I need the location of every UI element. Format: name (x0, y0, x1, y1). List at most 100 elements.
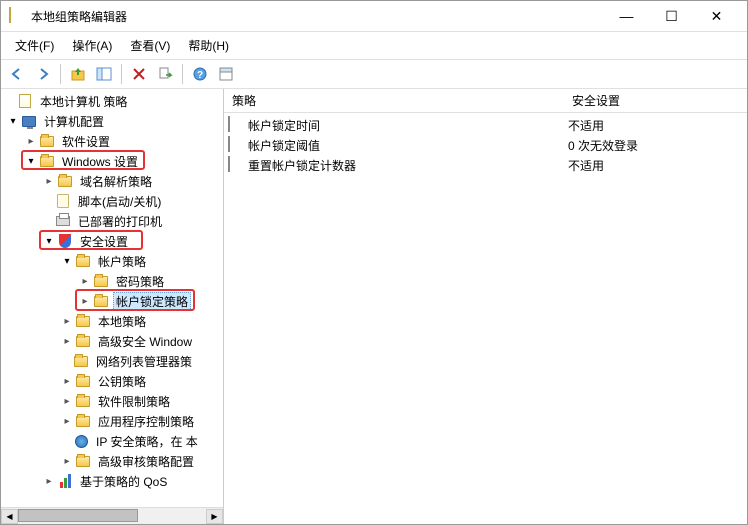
chevron-right-icon[interactable]: ▸ (61, 375, 73, 387)
doc-icon (228, 137, 244, 153)
tree-label: 高级安全 Window (95, 332, 195, 351)
folder-icon (93, 273, 109, 289)
column-setting[interactable]: 安全设置 (564, 92, 628, 109)
tree-label: 安全设置 (77, 232, 131, 251)
tree-qos[interactable]: ▸ 基于策略的 QoS (1, 471, 223, 491)
menubar: 文件(F) 操作(A) 查看(V) 帮助(H) (1, 31, 747, 59)
delete-button[interactable] (127, 62, 151, 86)
chevron-right-icon[interactable]: ▸ (43, 475, 55, 487)
tree-label: 域名解析策略 (77, 172, 155, 191)
svg-text:?: ? (197, 70, 203, 81)
tree-label: 密码策略 (113, 272, 167, 291)
chevron-right-icon[interactable]: ▸ (43, 175, 55, 187)
folder-icon (75, 393, 91, 409)
scroll-thumb[interactable] (18, 509, 138, 522)
printer-icon (55, 213, 71, 229)
tree-dns-policy[interactable]: ▸ 域名解析策略 (1, 171, 223, 191)
list-pane: 策略 安全设置 帐户锁定时间 不适用 帐户锁定阈值 0 次无效登录 重置帐户锁定… (224, 89, 747, 524)
chevron-right-icon[interactable]: ▸ (61, 315, 73, 327)
chart-icon (57, 473, 73, 489)
scroll-left-button[interactable]: ◀ (1, 509, 18, 524)
tree-netlist[interactable]: 网络列表管理器策 (1, 351, 223, 371)
tree-ipsec[interactable]: IP 安全策略，在 本 (1, 431, 223, 451)
view-options-button[interactable] (214, 62, 238, 86)
scroll-track[interactable] (18, 509, 206, 524)
globe-icon (73, 433, 89, 449)
menu-help[interactable]: 帮助(H) (180, 34, 237, 57)
chevron-down-icon[interactable]: ▾ (25, 155, 37, 167)
folder-icon (75, 253, 91, 269)
tree-label: 公钥策略 (95, 372, 149, 391)
folder-icon (75, 313, 91, 329)
folder-icon (39, 153, 55, 169)
up-button[interactable] (66, 62, 90, 86)
tree-pane: 本地计算机 策略 ▾ 计算机配置 ▸ 软件设置 ▾ Windows 设置 ▸ (1, 89, 224, 524)
folder-icon (75, 413, 91, 429)
folder-icon (73, 353, 89, 369)
tree-label: 已部署的打印机 (75, 212, 165, 231)
tree-label: 帐户锁定策略 (113, 292, 191, 311)
close-button[interactable]: ✕ (694, 2, 739, 30)
back-button[interactable] (5, 62, 29, 86)
chevron-right-icon[interactable]: ▸ (61, 415, 73, 427)
chevron-down-icon[interactable]: ▾ (43, 235, 55, 247)
menu-action[interactable]: 操作(A) (64, 34, 120, 57)
chevron-right-icon[interactable]: ▸ (61, 455, 73, 467)
list-item[interactable]: 重置帐户锁定计数器 不适用 (224, 155, 747, 175)
list-item-value: 不适用 (568, 157, 604, 174)
tree-printers[interactable]: 已部署的打印机 (1, 211, 223, 231)
export-button[interactable] (153, 62, 177, 86)
minimize-button[interactable]: — (604, 2, 649, 30)
tree-account-policy[interactable]: ▾ 帐户策略 (1, 251, 223, 271)
list-item[interactable]: 帐户锁定阈值 0 次无效登录 (224, 135, 747, 155)
show-hide-tree-button[interactable] (92, 62, 116, 86)
list-item-value: 不适用 (568, 117, 604, 134)
tree-password-policy[interactable]: ▸ 密码策略 (1, 271, 223, 291)
doc-icon (228, 157, 244, 173)
help-button[interactable]: ? (188, 62, 212, 86)
tree-lockout-policy[interactable]: ▸ 帐户锁定策略 (1, 291, 223, 311)
chevron-down-icon[interactable]: ▾ (7, 115, 19, 127)
maximize-button[interactable]: ☐ (649, 2, 694, 30)
tree-root[interactable]: 本地计算机 策略 (1, 91, 223, 111)
chevron-right-icon[interactable]: ▸ (61, 395, 73, 407)
list-item-value: 0 次无效登录 (568, 137, 638, 154)
tree-app-control[interactable]: ▸ 应用程序控制策略 (1, 411, 223, 431)
chevron-right-icon[interactable]: ▸ (79, 275, 91, 287)
tree-scripts[interactable]: 脚本(启动/关机) (1, 191, 223, 211)
menu-file[interactable]: 文件(F) (7, 34, 62, 57)
menu-view[interactable]: 查看(V) (122, 34, 178, 57)
tree-label: 软件限制策略 (95, 392, 173, 411)
chevron-down-icon[interactable]: ▾ (61, 255, 73, 267)
forward-button[interactable] (31, 62, 55, 86)
chevron-right-icon[interactable]: ▸ (61, 335, 73, 347)
tree-pubkey[interactable]: ▸ 公钥策略 (1, 371, 223, 391)
tree-security-settings[interactable]: ▾ 安全设置 (1, 231, 223, 251)
tree-computer-config[interactable]: ▾ 计算机配置 (1, 111, 223, 131)
scroll-right-button[interactable]: ▶ (206, 509, 223, 524)
tree-audit[interactable]: ▸ 高级审核策略配置 (1, 451, 223, 471)
horizontal-scrollbar[interactable]: ◀ ▶ (1, 507, 223, 524)
scroll-icon (55, 193, 71, 209)
tree[interactable]: 本地计算机 策略 ▾ 计算机配置 ▸ 软件设置 ▾ Windows 设置 ▸ (1, 89, 223, 507)
list-item[interactable]: 帐户锁定时间 不适用 (224, 115, 747, 135)
tree-software-restrict[interactable]: ▸ 软件限制策略 (1, 391, 223, 411)
tree-label: 基于策略的 QoS (77, 472, 170, 491)
list-item-name: 帐户锁定时间 (248, 117, 568, 134)
tree-local-policy[interactable]: ▸ 本地策略 (1, 311, 223, 331)
tree-label: IP 安全策略，在 本 (93, 432, 201, 451)
tree-software-settings[interactable]: ▸ 软件设置 (1, 131, 223, 151)
chevron-right-icon[interactable]: ▸ (25, 135, 37, 147)
column-policy[interactable]: 策略 (224, 92, 564, 109)
tree-firewall[interactable]: ▸ 高级安全 Window (1, 331, 223, 351)
tree-windows-settings[interactable]: ▾ Windows 设置 (1, 151, 223, 171)
folder-icon (93, 293, 109, 309)
window-title: 本地组策略编辑器 (31, 8, 604, 25)
chevron-icon (3, 95, 15, 107)
folder-icon (39, 133, 55, 149)
tree-label: 脚本(启动/关机) (75, 192, 164, 211)
chevron-right-icon[interactable]: ▸ (79, 295, 91, 307)
tree-label: 计算机配置 (41, 112, 107, 131)
tree-label: 网络列表管理器策 (93, 352, 195, 371)
tree-label: 应用程序控制策略 (95, 412, 197, 431)
